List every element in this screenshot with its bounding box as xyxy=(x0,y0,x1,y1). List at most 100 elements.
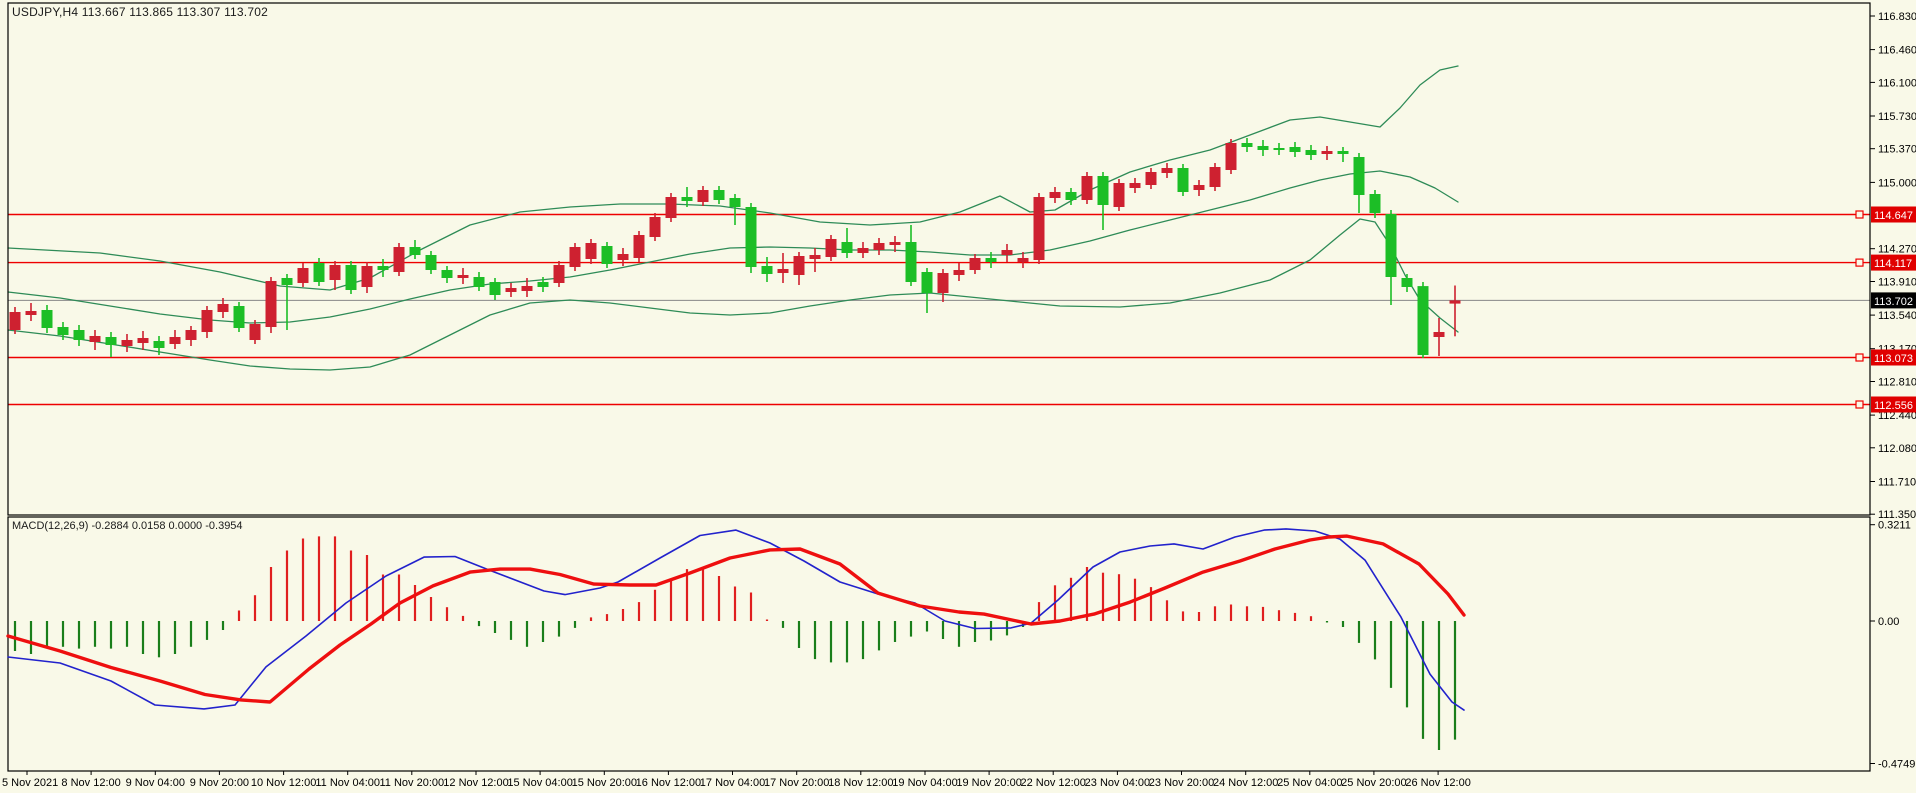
candle-body[interactable] xyxy=(1225,143,1237,170)
line-handle[interactable] xyxy=(1855,400,1864,409)
candle-body[interactable] xyxy=(329,265,341,280)
candle-body[interactable] xyxy=(537,282,549,287)
candle-body[interactable] xyxy=(457,275,469,278)
candle-body[interactable] xyxy=(1049,192,1061,198)
candle-body[interactable] xyxy=(1257,146,1269,150)
candle-body[interactable] xyxy=(489,282,501,295)
candle-body[interactable] xyxy=(1401,278,1413,287)
candle-body[interactable] xyxy=(105,337,117,345)
candle-body[interactable] xyxy=(1449,300,1461,304)
candle-body[interactable] xyxy=(793,256,805,275)
candle-body[interactable] xyxy=(1193,185,1205,190)
line-handle[interactable] xyxy=(1855,210,1864,219)
candle-body[interactable] xyxy=(889,242,901,245)
candle-body[interactable] xyxy=(1337,151,1349,154)
candle-body[interactable] xyxy=(1113,183,1125,207)
line-handle[interactable] xyxy=(1855,258,1864,267)
candle-body[interactable] xyxy=(313,263,325,282)
candle-body[interactable] xyxy=(185,330,197,340)
candle-body[interactable] xyxy=(569,247,581,267)
candle-body[interactable] xyxy=(1177,168,1189,192)
candle-body[interactable] xyxy=(1209,167,1221,187)
candle-body[interactable] xyxy=(1145,172,1157,185)
candle-body[interactable] xyxy=(553,265,565,283)
candle-body[interactable] xyxy=(1353,157,1365,195)
candle-body[interactable] xyxy=(809,255,821,259)
candle-body[interactable] xyxy=(201,310,213,332)
candle-body[interactable] xyxy=(905,242,917,282)
candle-body[interactable] xyxy=(473,277,485,287)
candle-body[interactable] xyxy=(633,235,645,258)
candle-body[interactable] xyxy=(1097,176,1109,205)
candle-body[interactable] xyxy=(1129,183,1141,188)
candle-body[interactable] xyxy=(9,312,21,330)
candle-body[interactable] xyxy=(1433,332,1445,337)
candle-body[interactable] xyxy=(41,310,53,328)
time-axis-label: 5 Nov 2021 xyxy=(2,777,58,789)
candle-body[interactable] xyxy=(1017,258,1029,262)
candle-body[interactable] xyxy=(57,327,69,335)
candle-body[interactable] xyxy=(233,306,245,328)
candle-body[interactable] xyxy=(441,270,453,278)
chart-canvas[interactable]: 116.830 116.460 116.100 115.730 115.370 115.0… xyxy=(0,0,1916,793)
candle-body[interactable] xyxy=(409,247,421,255)
candle-body[interactable] xyxy=(729,198,741,207)
candle-body[interactable] xyxy=(1369,194,1381,213)
candle-body[interactable] xyxy=(121,340,133,346)
candle-body[interactable] xyxy=(169,337,181,344)
candle-body[interactable] xyxy=(89,336,101,342)
candle-body[interactable] xyxy=(297,268,309,283)
candle-body[interactable] xyxy=(1417,286,1429,355)
candle-body[interactable] xyxy=(665,197,677,218)
candle-body[interactable] xyxy=(361,266,373,287)
candle-body[interactable] xyxy=(585,243,597,259)
candle-body[interactable] xyxy=(217,304,229,312)
candle-body[interactable] xyxy=(921,272,933,293)
candle-body[interactable] xyxy=(521,286,533,291)
candle-body[interactable] xyxy=(953,270,965,275)
candle-body[interactable] xyxy=(841,242,853,253)
candle-body[interactable] xyxy=(1065,192,1077,200)
line-handle[interactable] xyxy=(1855,353,1864,362)
candle-body[interactable] xyxy=(1161,168,1173,173)
trading-terminal-chart-window: USDJPY,H4 113.667 113.865 113.307 113.70… xyxy=(0,0,1916,793)
candle-body[interactable] xyxy=(1385,214,1397,277)
candle-body[interactable] xyxy=(153,341,165,348)
candle-body[interactable] xyxy=(1241,143,1253,147)
time-axis-label: 19 Nov 04:00 xyxy=(892,777,957,789)
candle-body[interactable] xyxy=(281,278,293,285)
candle-body[interactable] xyxy=(249,324,261,340)
candle-body[interactable] xyxy=(393,247,405,272)
candle-body[interactable] xyxy=(697,190,709,202)
candle-body[interactable] xyxy=(25,311,37,315)
candle-body[interactable] xyxy=(649,217,661,237)
candle-body[interactable] xyxy=(681,197,693,201)
candle-body[interactable] xyxy=(1321,151,1333,154)
candle-body[interactable] xyxy=(345,265,357,290)
candle-body[interactable] xyxy=(937,273,949,293)
candle-body[interactable] xyxy=(777,269,789,273)
candle-body[interactable] xyxy=(425,255,437,270)
candle-body[interactable] xyxy=(713,190,725,200)
candle-body[interactable] xyxy=(1001,250,1013,255)
candle-body[interactable] xyxy=(857,248,869,253)
candle-body[interactable] xyxy=(505,288,517,292)
candle-body[interactable] xyxy=(745,207,757,267)
candle-body[interactable] xyxy=(825,239,837,257)
candle-body[interactable] xyxy=(73,330,85,340)
candle-body[interactable] xyxy=(969,258,981,270)
candle-body[interactable] xyxy=(265,281,277,327)
candle-body[interactable] xyxy=(1305,150,1317,155)
candle-body[interactable] xyxy=(377,266,389,270)
candle-body[interactable] xyxy=(1273,148,1285,150)
candle-body[interactable] xyxy=(1289,147,1301,152)
candle-body[interactable] xyxy=(985,258,997,262)
candle-body[interactable] xyxy=(1081,176,1093,200)
candle-body[interactable] xyxy=(1033,197,1045,260)
candle-body[interactable] xyxy=(617,254,629,260)
candle-body[interactable] xyxy=(873,243,885,250)
candle-body[interactable] xyxy=(601,246,613,264)
panel-splitter[interactable] xyxy=(0,513,1870,519)
candle-body[interactable] xyxy=(761,266,773,274)
candle-body[interactable] xyxy=(137,338,149,343)
